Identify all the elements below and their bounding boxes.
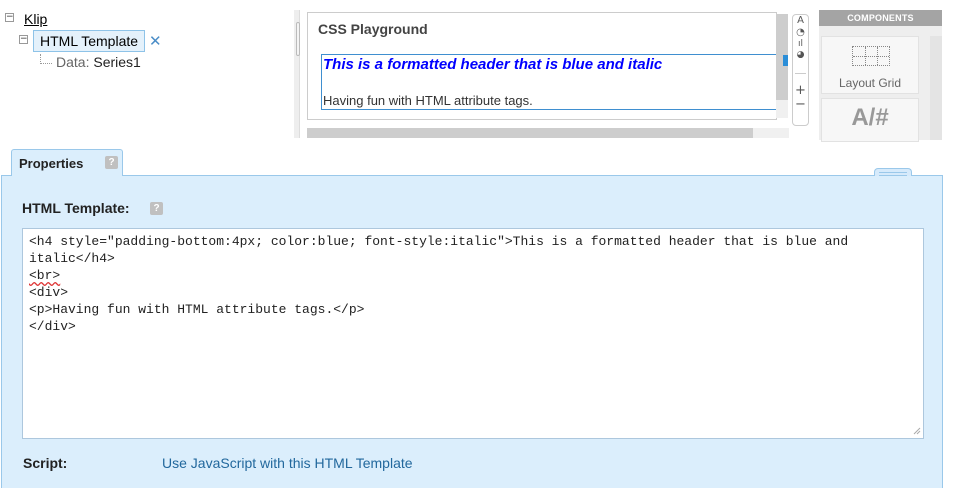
panel-collapse-button[interactable] xyxy=(874,168,912,176)
data-series-value: Series1 xyxy=(93,54,141,70)
klip-editor: − Klip − HTML Template ✕ Data: Series1 C… xyxy=(0,0,964,488)
tree-node-data[interactable]: Data: Series1 xyxy=(56,54,141,70)
tree-node-klip[interactable]: Klip xyxy=(24,11,47,27)
tree-node-html-template[interactable]: HTML Template xyxy=(33,30,146,52)
editor-line: <br> xyxy=(29,267,917,284)
html-template-editor[interactable]: <h4 style="padding-bottom:4px; color:blu… xyxy=(22,228,924,439)
component-tile-label[interactable]: A/# xyxy=(821,98,919,142)
components-header: COMPONENTS xyxy=(819,10,942,26)
editor-line: </div> xyxy=(29,319,76,334)
components-scrollbar[interactable] xyxy=(930,36,942,140)
css-playground-panel: CSS Playground This is a formatted heade… xyxy=(307,12,777,120)
playground-horizontal-scroll-thumb[interactable] xyxy=(307,128,753,138)
data-label: Data: xyxy=(56,54,90,70)
help-icon[interactable]: ? xyxy=(105,156,118,169)
playground-toolbar: A ◔ ıl ◕ + − xyxy=(792,14,809,126)
component-tile-layout-grid[interactable]: Layout Grid xyxy=(821,36,919,94)
resize-grip-icon[interactable] xyxy=(911,425,921,435)
script-label: Script: xyxy=(23,455,68,471)
rendered-heading: This is a formatted header that is blue … xyxy=(323,56,663,73)
collapse-html-template-icon[interactable]: − xyxy=(19,35,28,44)
tab-label: Properties xyxy=(19,156,84,171)
html-template-component[interactable]: This is a formatted header that is blue … xyxy=(321,54,776,110)
layout-grid-icon xyxy=(852,46,890,66)
resize-handle[interactable] xyxy=(296,22,300,56)
use-javascript-link[interactable]: Use JavaScript with this HTML Template xyxy=(162,455,413,471)
editor-line: <h4 style="padding-bottom:4px; color:blu… xyxy=(29,234,856,266)
tree-connector xyxy=(40,63,52,64)
editor-line: <div> xyxy=(29,285,69,300)
toolbar-divider xyxy=(795,73,806,74)
html-template-label: HTML Template: xyxy=(22,200,130,216)
remove-component-icon[interactable]: ✕ xyxy=(149,32,162,50)
editor-line-text: <br> xyxy=(29,268,61,283)
tile-label: Layout Grid xyxy=(838,76,902,90)
selection-marker xyxy=(783,55,788,66)
text-icon[interactable]: A xyxy=(793,15,808,26)
editor-line: <p>Having fun with HTML attribute tags.<… xyxy=(29,302,365,317)
pie-chart-icon[interactable]: ◔ xyxy=(793,27,808,38)
help-icon[interactable]: ? xyxy=(150,202,163,215)
collapse-klip-icon[interactable]: − xyxy=(5,13,14,22)
label-icon: A/# xyxy=(851,104,889,131)
tab-properties[interactable]: Properties ? xyxy=(11,149,123,176)
rendered-paragraph: Having fun with HTML attribute tags. xyxy=(323,93,533,108)
gauge-icon[interactable]: ◕ xyxy=(793,50,808,60)
zoom-in-icon[interactable]: + xyxy=(793,83,808,98)
klip-tree: − Klip − HTML Template ✕ Data: Series1 xyxy=(0,0,294,140)
playground-title: CSS Playground xyxy=(318,21,428,37)
components-palette: COMPONENTS Layout Grid A/# xyxy=(819,10,942,142)
zoom-out-icon[interactable]: − xyxy=(793,97,808,112)
bar-chart-icon[interactable]: ıl xyxy=(793,39,808,49)
